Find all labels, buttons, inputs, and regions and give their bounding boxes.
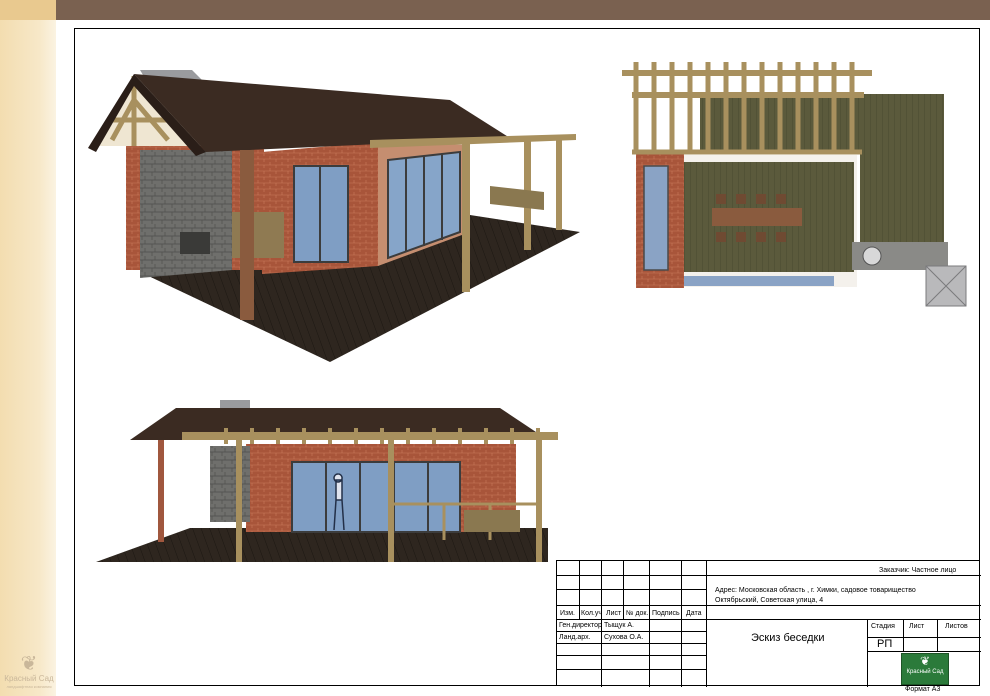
title-col-doc: № док. [626,610,649,617]
title-col-izm: Изм. [560,610,575,617]
corner-watermark-logo: ❦ Красный Сад ландшафтная компания [4,652,54,696]
title-sheets-label: Листов [945,623,968,630]
title-col-sign: Подпись [652,610,680,617]
watermark-company-name: Красный Сад [4,674,54,683]
title-col-koluch: Кол.уч [581,610,602,617]
title-address-line1: Адрес: Московская область , г. Химки, са… [715,587,916,594]
title-client: Заказчик: Частное лицо [879,567,957,574]
perspective-post-1 [240,150,254,320]
title-stage-value: РП [877,638,893,650]
title-name-director: Тыщук А. [604,622,634,629]
perspective-view [88,70,580,362]
perspective-post-2 [462,144,470,292]
plan-view [622,62,967,307]
title-role-director: Ген.директор [559,622,602,629]
elevation-post-4 [536,440,542,562]
elevation-oven [210,446,250,522]
title-block: Изм. Кол.уч Лист № док. Подпись Дата Ген… [556,560,981,693]
plan-pergola-mid-beam [632,92,864,98]
front-elevation-view [96,400,558,562]
elevation-glazing [291,461,461,533]
plan-glass-bottom [684,276,834,286]
title-col-list: Лист [606,610,622,617]
watermark-tagline: ландшафтная компания [6,684,52,689]
title-format: Формат А3 [905,686,941,693]
logo-company-name: Красный Сад [906,669,944,675]
plan-glass-left [643,165,669,271]
perspective-swing-bench [490,186,544,210]
watermark-emblem-icon: ❦ [20,651,38,675]
title-role-architect: Ланд.арх. [559,634,591,641]
title-drawing-name: Эскиз беседки [751,632,825,644]
perspective-oven [140,150,232,278]
plan-roof-dark [860,94,944,266]
plan-table [712,208,802,226]
title-sheet-label: Лист [909,623,925,630]
perspective-counter [232,212,284,258]
logo-emblem-icon: ❦ [919,654,931,668]
elevation-post-3 [388,440,394,562]
perspective-post-4 [556,138,562,230]
elevation-post-2 [236,440,242,562]
company-logo: ❦ Красный Сад [901,653,949,685]
title-name-architect: Сухова О.А. [604,634,644,641]
elevation-pergola-beam [182,432,558,440]
elevation-post-1 [158,440,164,542]
title-address-line2: Октябрьский, Советская улица, 4 [715,597,824,604]
perspective-oven-mouth [180,232,210,254]
elevation-swing-bench [464,510,520,532]
title-stage-label: Стадия [871,623,895,630]
elevation-chimney [220,400,250,408]
plan-grill [862,246,882,266]
title-col-date: Дата [686,610,702,617]
